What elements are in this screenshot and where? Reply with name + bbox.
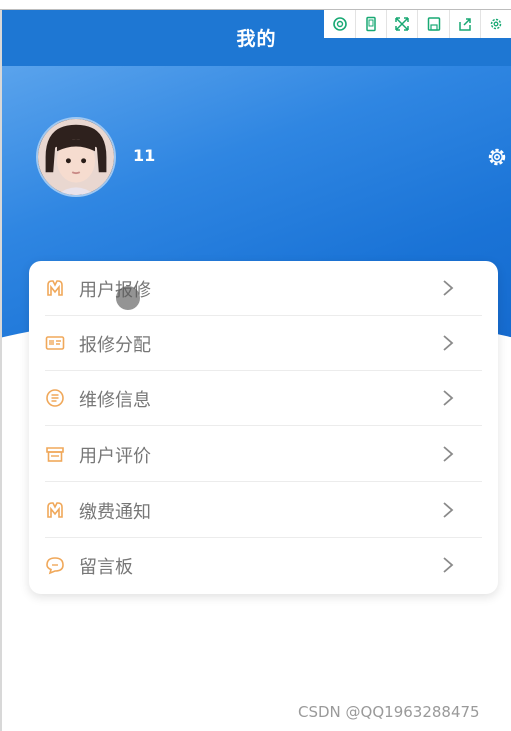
chat-icon: [46, 557, 64, 575]
menu-item-user-repair[interactable]: 用户报修: [45, 261, 482, 316]
chevron-right-icon: [443, 502, 454, 518]
devtools-toolbar: [324, 10, 511, 38]
expand-icon: [395, 17, 410, 31]
toolbar-expand-button[interactable]: [386, 10, 417, 38]
share-icon: [458, 18, 471, 31]
menu-item-message-board[interactable]: 留言板: [45, 538, 482, 593]
save-icon: [427, 17, 440, 31]
menu-item-label: 维修信息: [79, 390, 151, 411]
username: 11: [133, 146, 156, 165]
menu-item-label: 留言板: [79, 557, 133, 578]
chevron-right-icon: [443, 557, 454, 573]
info-icon: [46, 389, 64, 407]
avatar[interactable]: [36, 117, 116, 197]
toolbar-share-button[interactable]: [448, 10, 480, 38]
menu-item-repair-info[interactable]: 维修信息: [45, 371, 482, 426]
watermark: CSDN @QQ1963288475: [298, 703, 480, 721]
wrench-icon: [47, 280, 63, 296]
chevron-right-icon: [443, 390, 454, 406]
gear-icon: [490, 18, 502, 30]
menu-item-label: 报修分配: [79, 335, 151, 356]
menu-item-label: 缴费通知: [79, 502, 151, 523]
menu-card: 用户报修 报修分配 维修信息 用户评价 缴费通知 留言板: [29, 261, 498, 594]
avatar-photo: [38, 119, 114, 195]
toolbar-magnify-button[interactable]: [324, 10, 355, 38]
phone-icon: [366, 16, 376, 32]
toolbar-gear-button[interactable]: [479, 10, 511, 38]
wrench-icon: [47, 502, 63, 518]
toolbar-phone-button[interactable]: [355, 10, 386, 38]
menu-item-repair-assign[interactable]: 报修分配: [45, 316, 482, 371]
toolbar-save-button[interactable]: [417, 10, 448, 38]
menu-item-payment-notice[interactable]: 缴费通知: [45, 483, 482, 538]
window-top-edge: [0, 0, 511, 10]
menu-item-user-review[interactable]: 用户评价: [45, 427, 482, 482]
touch-indicator: [116, 286, 140, 310]
store-icon: [46, 447, 64, 462]
settings-gear-icon[interactable]: [486, 146, 508, 168]
card-icon: [45, 336, 65, 350]
chevron-right-icon: [443, 280, 454, 296]
menu-item-label: 用户评价: [79, 446, 151, 467]
menu-item-label: 用户报修: [79, 280, 151, 301]
chevron-right-icon: [443, 335, 454, 351]
magnify-icon: [332, 17, 347, 31]
chevron-right-icon: [443, 446, 454, 462]
